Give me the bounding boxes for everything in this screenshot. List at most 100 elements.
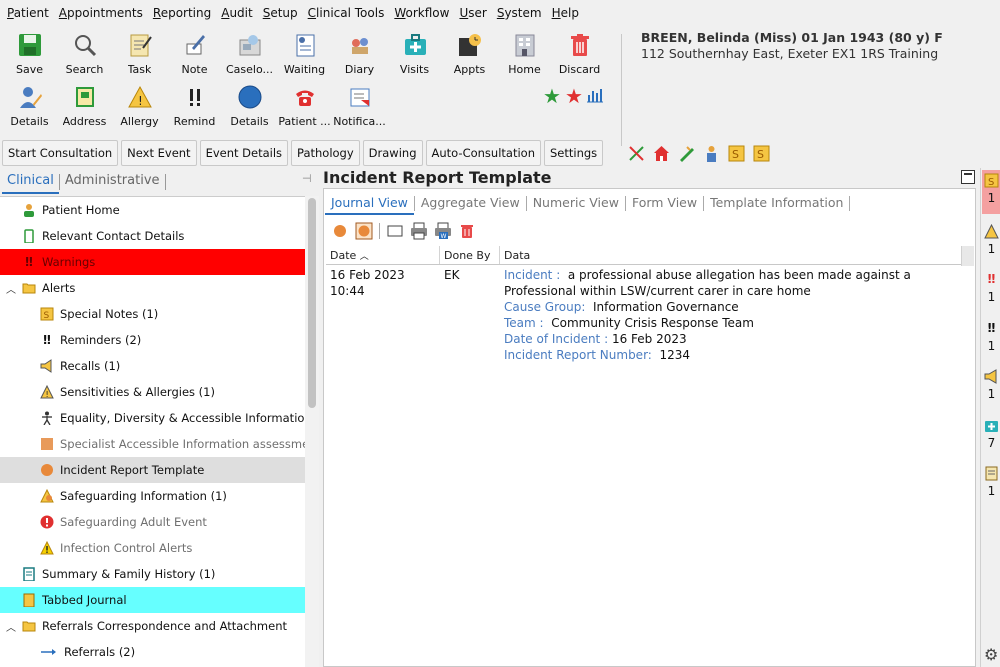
tree-item-reminders[interactable]: ‼ Reminders (2) (0, 327, 305, 353)
menu-patient[interactable]: Patient (2, 0, 54, 26)
edit-icon[interactable] (678, 145, 695, 162)
scrollbar-thumb[interactable] (308, 198, 316, 408)
strip-item-warnings[interactable]: ‼ 1 (982, 272, 1000, 304)
tree-item-referrals-correspondence[interactable]: ︿ Referrals Correspondence and Attachmen… (0, 613, 305, 639)
caseload-button[interactable]: Caselo... (222, 28, 277, 78)
strip-item-recalls[interactable]: 1 (982, 369, 1000, 401)
tree-item-summary[interactable]: Summary & Family History (1) (0, 561, 305, 587)
bar-chart-icon[interactable] (586, 86, 603, 106)
tab-journal-view[interactable]: Journal View (325, 191, 414, 215)
note-s-icon-2[interactable]: S (753, 145, 770, 162)
tree-item-warnings[interactable]: ‼ Warnings (0, 249, 305, 275)
menu-user[interactable]: User (454, 0, 491, 26)
event-details-button[interactable]: Event Details (199, 140, 289, 166)
notification-button[interactable]: Notifica... (332, 80, 387, 130)
blank-entry-icon[interactable] (386, 222, 404, 240)
strip-item-reminders[interactable]: ‼ 1 (982, 321, 1000, 353)
chevron-up-icon[interactable]: ︿ (6, 281, 16, 296)
tab-form-view[interactable]: Form View (626, 191, 703, 215)
tree-item-label: Incident Report Template (60, 463, 205, 477)
tree-item-tabbed-journal[interactable]: Tabbed Journal (0, 587, 305, 613)
note-button[interactable]: Note (167, 28, 222, 78)
staff-icon[interactable] (703, 145, 720, 162)
discard-button[interactable]: Discard (552, 28, 607, 78)
strip-item-special-notes[interactable]: S 1 (982, 170, 1000, 214)
tree-item-label: Relevant Contact Details (42, 229, 185, 243)
visits-button[interactable]: Visits (387, 28, 442, 78)
task-button[interactable]: Task (112, 28, 167, 78)
print-icon[interactable] (410, 222, 428, 240)
menu-appointments[interactable]: Appointments (54, 0, 148, 26)
tree-item-specialist-assessment[interactable]: Specialist Accessible Information assess… (0, 431, 305, 457)
delete-icon[interactable] (458, 222, 476, 240)
tree-item-patient-home[interactable]: Patient Home (0, 197, 305, 223)
tree-item-referrals[interactable]: Referrals (2) (0, 639, 305, 665)
tree-item-safeguarding-event[interactable]: Safeguarding Adult Event (0, 509, 305, 535)
gear-icon[interactable]: ⚙ (984, 645, 998, 664)
pathology-button[interactable]: Pathology (291, 140, 360, 166)
menu-workflow[interactable]: Workflow (389, 0, 454, 26)
maximize-icon[interactable] (961, 170, 975, 184)
tab-numeric-view[interactable]: Numeric View (527, 191, 625, 215)
strip-item-tasks[interactable]: 1 (982, 466, 1000, 498)
menu-reporting[interactable]: Reporting (148, 0, 216, 26)
tab-template-information[interactable]: Template Information (704, 191, 849, 215)
note-s-icon[interactable]: S (728, 145, 745, 162)
menu-clinical-tools[interactable]: Clinical Tools (303, 0, 390, 26)
column-header-data[interactable]: Data (500, 246, 974, 264)
start-consultation-button[interactable]: Start Consultation (2, 140, 119, 166)
save-button[interactable]: Save (2, 28, 57, 78)
remind-button[interactable]: Remind (167, 80, 222, 130)
journal-toolbar: W (331, 222, 476, 240)
waiting-button[interactable]: Waiting (277, 28, 332, 78)
patient-banner[interactable]: BREEN, Belinda (Miss) 01 Jan 1943 (80 y)… (641, 30, 943, 62)
export-word-icon[interactable]: W (434, 222, 452, 240)
tab-administrative[interactable]: Administrative (60, 170, 165, 194)
add-entry-icon[interactable] (331, 222, 349, 240)
tab-aggregate-view[interactable]: Aggregate View (415, 191, 526, 215)
column-header-done-by[interactable]: Done By (440, 246, 500, 264)
search-button[interactable]: Search (57, 28, 112, 78)
chevron-up-icon[interactable]: ︿ (6, 619, 16, 634)
next-event-button[interactable]: Next Event (121, 140, 197, 166)
tools-icon[interactable] (628, 145, 645, 162)
address-button[interactable]: Address (57, 80, 112, 130)
appointments-button[interactable]: Appts (442, 28, 497, 78)
tree-item-alerts[interactable]: ︿ Alerts (0, 275, 305, 301)
tree-item-equality[interactable]: Equality, Diversity & Accessible Informa… (0, 405, 305, 431)
patient-contact-button[interactable]: Patient ... (277, 80, 332, 130)
pin-icon[interactable]: ⊣ (302, 172, 312, 185)
table-row[interactable]: 16 Feb 2023 10:44 EK Incident : a profes… (326, 265, 974, 363)
green-star-icon[interactable]: ★ (543, 86, 561, 106)
strip-item-allergy[interactable]: 1 (982, 223, 1000, 256)
menu-system[interactable]: System (492, 0, 547, 26)
menu-help[interactable]: Help (547, 0, 584, 26)
details-button[interactable]: Details (2, 80, 57, 130)
tree-scrollbar[interactable] (305, 196, 319, 667)
tree-item-relevant-contact[interactable]: Relevant Contact Details (0, 223, 305, 249)
column-header-date[interactable]: Date ︿ (326, 246, 440, 264)
house-icon[interactable] (653, 145, 670, 162)
strip-item-visits[interactable]: 7 (982, 418, 1000, 450)
tree-item-special-notes[interactable]: S Special Notes (1) (0, 301, 305, 327)
menu-audit[interactable]: Audit (216, 0, 257, 26)
edit-entry-icon[interactable] (355, 222, 373, 240)
red-star-icon[interactable]: ★ (565, 86, 583, 106)
tab-clinical[interactable]: Clinical (2, 170, 59, 194)
auto-consultation-button[interactable]: Auto-Consultation (425, 140, 541, 166)
tree-item-infection-control[interactable]: Infection Control Alerts (0, 535, 305, 561)
settings-button[interactable]: Settings (543, 140, 604, 166)
toolbar-divider (379, 223, 380, 239)
tree-item-label: Referrals Correspondence and Attachment (42, 619, 287, 633)
grid-scrollbar[interactable] (961, 246, 974, 266)
tree-item-incident-report[interactable]: Incident Report Template (0, 457, 305, 483)
circle-details-button[interactable]: Details (222, 80, 277, 130)
diary-button[interactable]: Diary (332, 28, 387, 78)
tree-item-safeguarding-info[interactable]: Safeguarding Information (1) (0, 483, 305, 509)
tree-item-recalls[interactable]: Recalls (1) (0, 353, 305, 379)
drawing-button[interactable]: Drawing (362, 140, 423, 166)
allergy-button[interactable]: ! Allergy (112, 80, 167, 130)
menu-setup[interactable]: Setup (258, 0, 303, 26)
tree-item-sensitivities[interactable]: ! Sensitivities & Allergies (1) (0, 379, 305, 405)
home-button[interactable]: Home (497, 28, 552, 78)
